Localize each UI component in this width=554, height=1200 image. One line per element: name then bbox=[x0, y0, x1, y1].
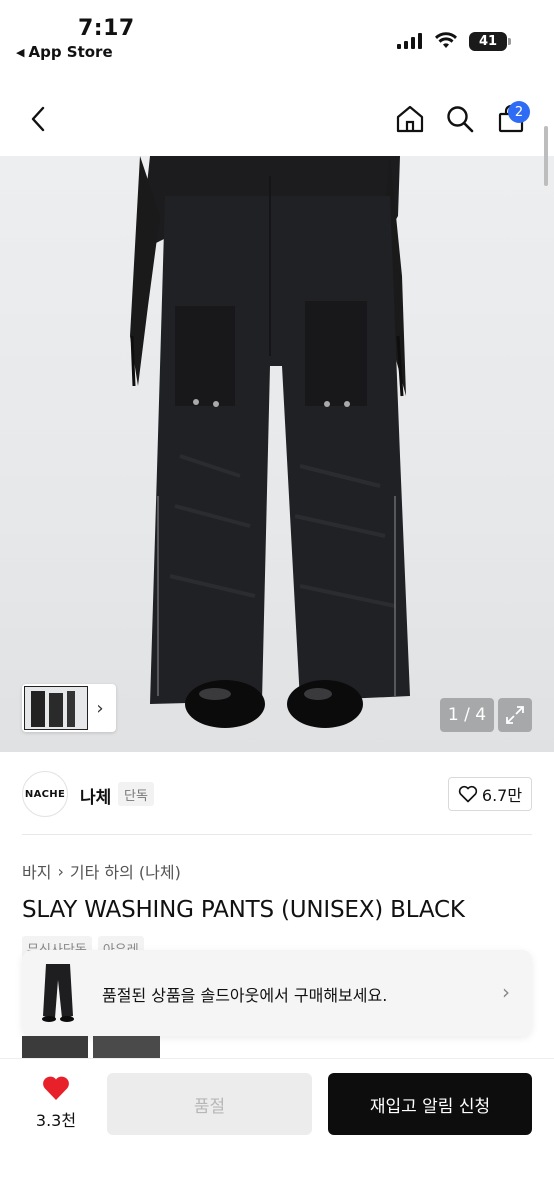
brand-name[interactable]: 나체 bbox=[80, 783, 111, 808]
search-icon[interactable] bbox=[443, 102, 477, 136]
thumbnail-strip[interactable]: › bbox=[22, 684, 116, 732]
brand-like-count: 6.7만 bbox=[481, 786, 523, 805]
chevron-right-icon: › bbox=[57, 861, 64, 881]
color-option-thumbnail[interactable] bbox=[93, 1036, 160, 1058]
breadcrumb: 바지 › 기타 하의 (나체) bbox=[22, 859, 181, 883]
back-app-label: App Store bbox=[28, 43, 113, 61]
home-icon[interactable] bbox=[393, 102, 427, 136]
product-image[interactable] bbox=[0, 156, 554, 752]
heart-filled-icon bbox=[43, 1076, 69, 1100]
top-nav bbox=[0, 88, 554, 152]
battery-level: 41 bbox=[478, 34, 498, 49]
page-scrollbar[interactable] bbox=[544, 126, 548, 186]
soldout-button: 품절 bbox=[107, 1073, 312, 1135]
breadcrumb-item-other-bottoms[interactable]: 기타 하의 (나체) bbox=[70, 859, 181, 883]
brand-logo-text: NACHE bbox=[24, 788, 66, 800]
breadcrumb-item-pants[interactable]: 바지 bbox=[22, 859, 51, 883]
chevron-right-icon: › bbox=[96, 697, 104, 719]
restock-alert-button[interactable]: 재입고 알림 신청 bbox=[328, 1073, 532, 1135]
product-photo bbox=[130, 156, 410, 728]
product-title: SLAY WASHING PANTS (UNISEX) BLACK bbox=[22, 897, 465, 923]
divider bbox=[22, 834, 532, 835]
expand-icon[interactable] bbox=[498, 698, 532, 732]
back-to-app-store[interactable]: ◀ App Store bbox=[16, 43, 113, 61]
brand-like-button[interactable]: 6.7만 bbox=[448, 777, 532, 811]
wishlist-count: 3.3천 bbox=[35, 1111, 77, 1130]
banner-text: 품절된 상품을 솔드아웃에서 구매해보세요. bbox=[102, 986, 388, 1005]
cart-count-badge: 2 bbox=[508, 101, 530, 123]
wifi-icon bbox=[435, 32, 457, 48]
soldout-banner[interactable]: 품절된 상품을 솔드아웃에서 구매해보세요. › bbox=[22, 950, 532, 1036]
status-time: 7:17 bbox=[78, 16, 135, 41]
signal-icon bbox=[397, 33, 422, 49]
brand-logo[interactable]: NACHE bbox=[22, 771, 68, 817]
battery-icon: 41 bbox=[469, 32, 511, 51]
banner-product-thumbnail bbox=[42, 964, 74, 1022]
chevron-right-icon: › bbox=[502, 980, 510, 1004]
status-bar: 7:17 ◀ App Store 41 bbox=[0, 0, 554, 80]
exclusive-tag: 단독 bbox=[118, 782, 154, 806]
wishlist-button[interactable]: 3.3천 bbox=[30, 1074, 82, 1131]
color-option-thumbnail[interactable] bbox=[22, 1036, 88, 1058]
thumbnail-image[interactable] bbox=[24, 686, 88, 730]
heart-outline-icon bbox=[458, 785, 478, 803]
back-triangle-icon: ◀ bbox=[16, 45, 25, 59]
chevron-left-icon[interactable] bbox=[22, 102, 56, 136]
image-counter: 1 / 4 bbox=[440, 698, 494, 732]
